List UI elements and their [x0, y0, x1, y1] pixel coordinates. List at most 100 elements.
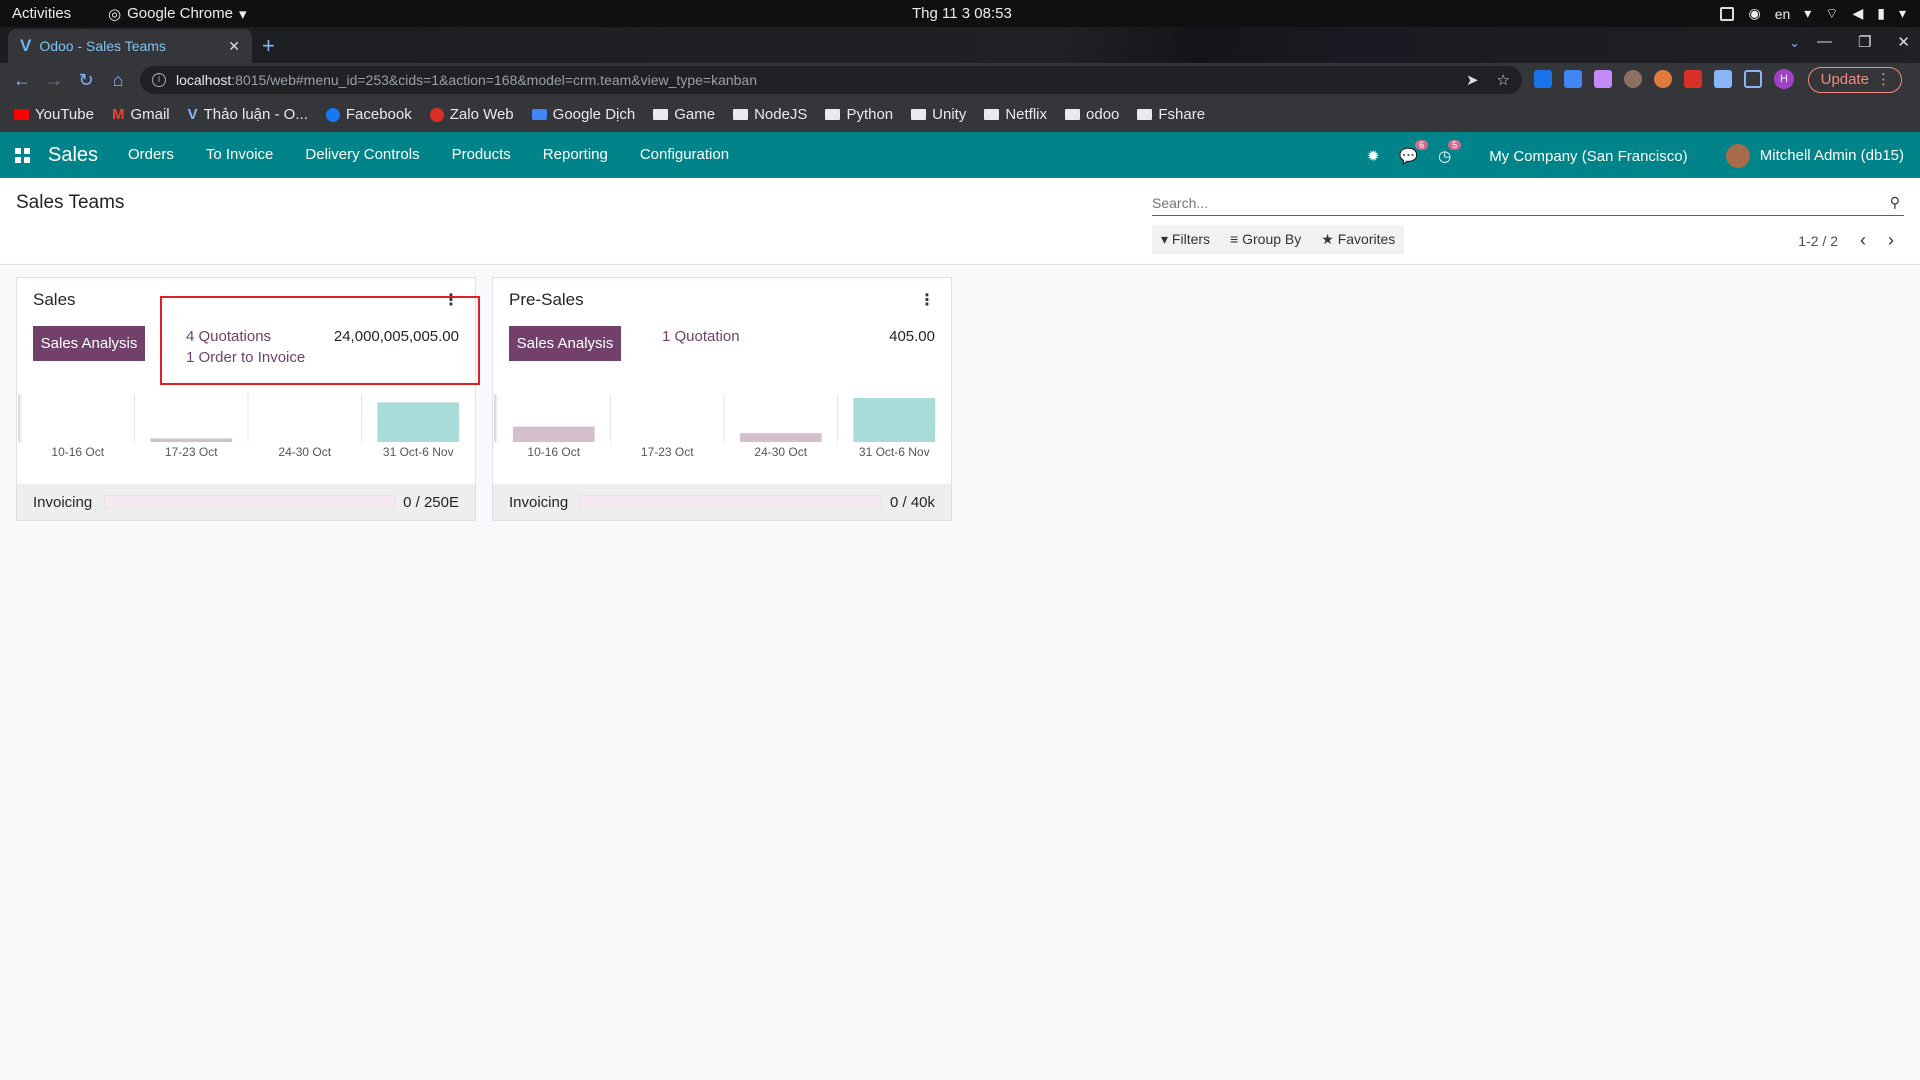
graph-bar[interactable]: [739, 433, 822, 442]
menu-reporting[interactable]: Reporting: [543, 146, 608, 163]
menu-orders[interactable]: Orders: [128, 146, 174, 163]
forward-icon[interactable]: →: [38, 70, 70, 91]
home-icon[interactable]: ⌂: [102, 70, 134, 91]
extension-icon[interactable]: [1534, 70, 1552, 88]
bookmark-google-dich[interactable]: Google Dịch: [531, 106, 635, 123]
graph-bar[interactable]: [150, 438, 233, 442]
team-card-pre-sales[interactable]: Pre-Sales ⋮ Sales Analysis 1 Quotation 4…: [492, 277, 952, 521]
bookmark-label: YouTube: [35, 106, 94, 123]
translate-icon: [531, 109, 547, 120]
translate-extension-icon[interactable]: [1564, 70, 1582, 88]
bookmark-zalo[interactable]: Zalo Web: [429, 106, 514, 123]
bookmark-folder-unity[interactable]: Unity: [911, 106, 966, 123]
color-picker-icon[interactable]: ◉: [1748, 5, 1760, 22]
minimize-icon[interactable]: —: [1817, 33, 1832, 51]
menu-delivery-controls[interactable]: Delivery Controls: [305, 146, 419, 163]
side-panel-icon[interactable]: [1744, 70, 1762, 88]
team-name[interactable]: Pre-Sales: [509, 290, 584, 310]
browser-toolbar: ← → ↻ ⌂ i localhost :8015/web#menu_id=25…: [0, 63, 1920, 97]
bookmark-label: NodeJS: [754, 106, 808, 123]
reload-icon[interactable]: ↻: [70, 70, 102, 91]
new-tab-button[interactable]: +: [262, 33, 275, 59]
app-menu[interactable]: ◎ Google Chrome ▾: [108, 5, 247, 23]
menu-to-invoice[interactable]: To Invoice: [206, 146, 274, 163]
sales-graph[interactable]: [493, 394, 951, 442]
folder-icon: [911, 109, 927, 120]
cookie-extension-icon[interactable]: [1654, 70, 1672, 88]
wifi-icon[interactable]: ⌔: [1825, 5, 1838, 23]
monkey-extension-icon[interactable]: [1624, 70, 1642, 88]
invoicing-progress-bar[interactable]: [580, 495, 882, 509]
browser-tab[interactable]: V Odoo - Sales Teams ✕: [8, 29, 252, 63]
user-menu[interactable]: Mitchell Admin (db15): [1725, 144, 1904, 168]
app-grid-icon[interactable]: [15, 148, 30, 163]
graph-bar[interactable]: [853, 398, 936, 442]
back-icon[interactable]: ←: [6, 70, 38, 91]
team-name[interactable]: Sales: [33, 290, 76, 310]
activity-button[interactable]: ◷ 5: [1438, 140, 1462, 165]
menu-configuration[interactable]: Configuration: [640, 146, 729, 163]
invoicing-value[interactable]: 0 / 250E: [403, 494, 459, 511]
menu-dots-icon[interactable]: ⋮: [1876, 68, 1891, 92]
close-window-icon[interactable]: ✕: [1897, 33, 1910, 51]
bookmark-facebook[interactable]: Facebook: [325, 106, 412, 123]
bookmark-youtube[interactable]: YouTube: [14, 106, 94, 123]
language-indicator[interactable]: en: [1775, 6, 1791, 22]
quotations-link[interactable]: 1 Quotation: [662, 328, 740, 345]
power-icon[interactable]: ▾: [1899, 5, 1906, 22]
invoicing-progress-bar[interactable]: [104, 495, 396, 509]
control-panel: Sales Teams ⚲ ▾ Filters ≡ Group By ★ Fav…: [0, 178, 1920, 265]
search-input[interactable]: [1152, 194, 1890, 211]
clock[interactable]: Thg 11 3 08:53: [912, 5, 1012, 22]
pager-next-icon[interactable]: ›: [1888, 230, 1894, 251]
pager-value[interactable]: 1-2 / 2: [1798, 233, 1838, 249]
system-tray[interactable]: ◉ en ▾ ⌔ ◀ ▮ ▾: [1720, 5, 1906, 23]
bookmark-folder-python[interactable]: Python: [825, 106, 893, 123]
tab-close-icon[interactable]: ✕: [228, 38, 240, 55]
bookmark-folder-game[interactable]: Game: [653, 106, 715, 123]
bookmark-gmail[interactable]: M Gmail: [112, 106, 170, 123]
restore-icon[interactable]: ❐: [1858, 33, 1871, 51]
sales-analysis-button[interactable]: Sales Analysis: [509, 326, 621, 361]
site-info-icon[interactable]: i: [152, 73, 166, 87]
filters-button[interactable]: ▾ Filters: [1152, 225, 1219, 254]
pager-previous-icon[interactable]: ‹: [1860, 230, 1866, 251]
odoo-favicon-icon: V: [20, 36, 32, 55]
bookmark-label: Thảo luận - O...: [203, 106, 308, 123]
sales-analysis-button[interactable]: Sales Analysis: [33, 326, 145, 361]
graph-bar[interactable]: [377, 402, 460, 442]
bookmark-folder-odoo[interactable]: odoo: [1065, 106, 1119, 123]
graph-bar[interactable]: [512, 426, 595, 442]
menu-products[interactable]: Products: [452, 146, 511, 163]
filters-label: Filters: [1171, 231, 1211, 247]
bookmark-label: odoo: [1086, 106, 1120, 123]
volume-icon[interactable]: ◀: [1852, 5, 1863, 22]
app-brand[interactable]: Sales: [48, 144, 98, 167]
activities-button[interactable]: Activities: [12, 5, 71, 22]
bookmark-folder-netflix[interactable]: Netflix: [984, 106, 1047, 123]
update-button[interactable]: Update ⋮: [1807, 67, 1902, 93]
invoicing-value[interactable]: 0 / 40k: [890, 494, 935, 511]
send-icon[interactable]: ➤: [1466, 71, 1479, 89]
pen-extension-icon[interactable]: [1594, 70, 1612, 88]
company-switcher[interactable]: My Company (San Francisco): [1489, 148, 1687, 165]
bookmark-star-icon[interactable]: ☆: [1497, 71, 1510, 89]
debug-bug-icon[interactable]: ✹: [1367, 147, 1380, 165]
battery-icon[interactable]: ▮: [1877, 5, 1885, 22]
puzzle-icon[interactable]: [1714, 70, 1732, 88]
bookmark-thao-luan[interactable]: V Thảo luận - O...: [188, 106, 308, 123]
profile-avatar[interactable]: H: [1774, 69, 1794, 89]
search-icon[interactable]: ⚲: [1890, 194, 1900, 211]
bookmark-folder-nodejs[interactable]: NodeJS: [733, 106, 807, 123]
kebab-menu-icon[interactable]: ⋮: [919, 290, 935, 310]
tab-search-icon[interactable]: ⌄: [1789, 35, 1800, 51]
messaging-button[interactable]: 💬 6: [1399, 140, 1429, 165]
sales-graph[interactable]: [17, 394, 475, 442]
screen-icon[interactable]: [1720, 6, 1735, 21]
group-by-button[interactable]: ≡ Group By: [1221, 225, 1310, 254]
clock-icon: ◷: [1438, 148, 1452, 165]
mail-extension-icon[interactable]: [1684, 70, 1702, 88]
address-bar[interactable]: i localhost :8015/web#menu_id=253&cids=1…: [140, 66, 1522, 94]
favorites-button[interactable]: ★ Favorites: [1312, 225, 1404, 254]
bookmark-folder-fshare[interactable]: Fshare: [1137, 106, 1205, 123]
